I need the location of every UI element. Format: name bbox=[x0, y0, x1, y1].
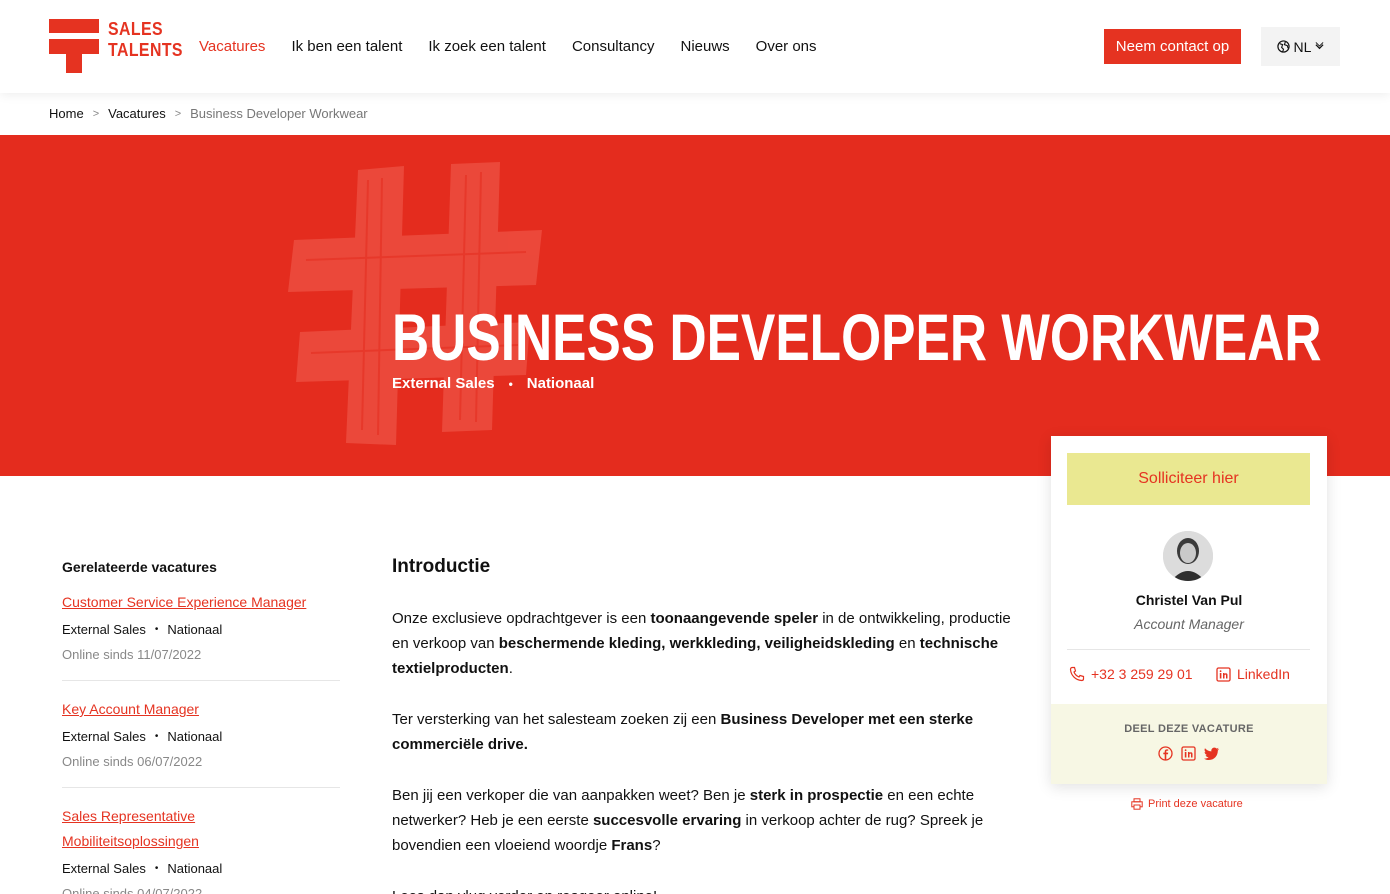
nav-over-ons[interactable]: Over ons bbox=[756, 37, 817, 57]
related-job-item: Sales Representative Mobiliteitsoplossin… bbox=[62, 804, 340, 894]
job-meta: External Sales • Nationaal bbox=[392, 375, 594, 392]
section-heading: Introductie bbox=[392, 556, 491, 577]
share-icons bbox=[1158, 746, 1220, 761]
related-job-link[interactable]: Sales Representative Mobiliteitsoplossin… bbox=[62, 804, 232, 854]
related-job-region: Nationaal bbox=[167, 622, 223, 637]
nav-consultancy[interactable]: Consultancy bbox=[572, 37, 655, 57]
logo-bar bbox=[49, 19, 99, 33]
twitter-icon[interactable] bbox=[1204, 746, 1220, 761]
logo-text: SALES bbox=[108, 19, 164, 39]
print-link[interactable]: Print deze vacature bbox=[1131, 798, 1243, 810]
intro-paragraph: Ter versterking van het salesteam zoeken… bbox=[392, 711, 974, 753]
intro-paragraph: Onze exclusieve opdrachtgever is een too… bbox=[392, 610, 1011, 677]
apply-card: Solliciteer hier Christel Van Pul Accoun… bbox=[1051, 436, 1327, 784]
intro-paragraph: Lees dan vlug verder en reageer online! bbox=[392, 884, 1012, 894]
logo[interactable]: SALES TALENTS bbox=[49, 19, 183, 75]
related-job-meta: External Sales • Nationaal bbox=[62, 728, 340, 746]
facebook-icon[interactable] bbox=[1158, 746, 1173, 761]
breadcrumb-home[interactable]: Home bbox=[49, 105, 84, 123]
language-label: NL bbox=[1293, 38, 1312, 55]
main-nav: Vacatures Ik ben een talent Ik zoek een … bbox=[199, 37, 843, 57]
related-job-meta: External Sales • Nationaal bbox=[62, 860, 340, 878]
avatar bbox=[1163, 531, 1213, 581]
contact-button[interactable]: Neem contact op bbox=[1104, 29, 1241, 64]
related-jobs-heading: Gerelateerde vacatures bbox=[62, 559, 217, 575]
logo-text: TALENTS bbox=[108, 40, 183, 60]
intro-paragraph: Ben jij een verkoper die van aanpakken w… bbox=[392, 787, 984, 854]
job-description: Introductie Onze exclusieve opdrachtgeve… bbox=[392, 555, 1012, 894]
meta-separator: • bbox=[508, 376, 513, 391]
job-category: External Sales bbox=[392, 375, 495, 392]
linkedin-icon bbox=[1216, 666, 1231, 682]
related-jobs: Gerelateerde vacatures Customer Service … bbox=[62, 558, 340, 894]
breadcrumb-separator: > bbox=[174, 108, 182, 120]
language-selector[interactable]: NL bbox=[1261, 27, 1340, 66]
page-title: BUSINESS DEVELOPER WORKWEAR bbox=[392, 300, 1322, 374]
divider bbox=[1067, 649, 1310, 650]
share-title: DEEL DEZE VACATURE bbox=[1124, 723, 1254, 735]
linkedin-link[interactable]: LinkedIn bbox=[1216, 665, 1290, 683]
print-label: Print deze vacature bbox=[1148, 798, 1243, 810]
meta-separator: • bbox=[154, 624, 159, 635]
site-header: SALES TALENTS Vacatures Ik ben een talen… bbox=[0, 0, 1390, 93]
related-job-region: Nationaal bbox=[167, 861, 223, 876]
hero-banner: BUSINESS DEVELOPER WORKWEAR External Sal… bbox=[0, 135, 1390, 476]
breadcrumb-current: Business Developer Workwear bbox=[190, 106, 368, 121]
related-job-date: Online sinds 06/07/2022 bbox=[62, 754, 203, 769]
nav-vacatures[interactable]: Vacatures bbox=[199, 37, 265, 57]
breadcrumb-separator: > bbox=[92, 108, 100, 120]
person-photo bbox=[1163, 531, 1213, 581]
meta-separator: • bbox=[154, 863, 159, 874]
nav-ik-ben-een-talent[interactable]: Ik ben een talent bbox=[291, 37, 402, 57]
related-job-item: Key Account Manager External Sales • Nat… bbox=[62, 697, 340, 788]
related-job-item: Customer Service Experience Manager Exte… bbox=[62, 590, 340, 681]
phone-icon bbox=[1069, 666, 1085, 682]
related-job-region: Nationaal bbox=[167, 729, 223, 744]
share-section: DEEL DEZE VACATURE bbox=[1051, 704, 1327, 784]
breadcrumb: Home > Vacatures > Business Developer Wo… bbox=[49, 105, 368, 123]
logo-stem bbox=[66, 39, 82, 73]
phone-link[interactable]: +32 3 259 29 01 bbox=[1069, 665, 1193, 683]
related-job-link[interactable]: Key Account Manager bbox=[62, 697, 340, 722]
nav-nieuws[interactable]: Nieuws bbox=[680, 37, 729, 57]
related-job-link[interactable]: Customer Service Experience Manager bbox=[62, 590, 340, 615]
printer-icon bbox=[1131, 798, 1143, 810]
related-job-meta: External Sales • Nationaal bbox=[62, 621, 340, 639]
meta-separator: • bbox=[154, 731, 159, 742]
globe-icon bbox=[1276, 40, 1290, 53]
contact-role: Account Manager bbox=[1134, 616, 1244, 632]
related-job-date: Online sinds 11/07/2022 bbox=[62, 647, 202, 662]
contact-name: Christel Van Pul bbox=[1135, 592, 1243, 608]
related-job-category: External Sales bbox=[62, 861, 146, 876]
job-region: Nationaal bbox=[526, 375, 595, 392]
related-job-category: External Sales bbox=[62, 622, 146, 637]
breadcrumb-vacatures[interactable]: Vacatures bbox=[108, 105, 166, 123]
related-job-category: External Sales bbox=[62, 729, 146, 744]
nav-ik-zoek-een-talent[interactable]: Ik zoek een talent bbox=[428, 37, 546, 57]
apply-button[interactable]: Solliciteer hier bbox=[1067, 453, 1310, 505]
chevron-down-icon bbox=[1315, 42, 1324, 50]
phone-number: +32 3 259 29 01 bbox=[1091, 666, 1193, 682]
related-job-date: Online sinds 04/07/2022 bbox=[62, 886, 203, 894]
linkedin-label: LinkedIn bbox=[1237, 666, 1290, 682]
linkedin-icon[interactable] bbox=[1181, 746, 1196, 761]
